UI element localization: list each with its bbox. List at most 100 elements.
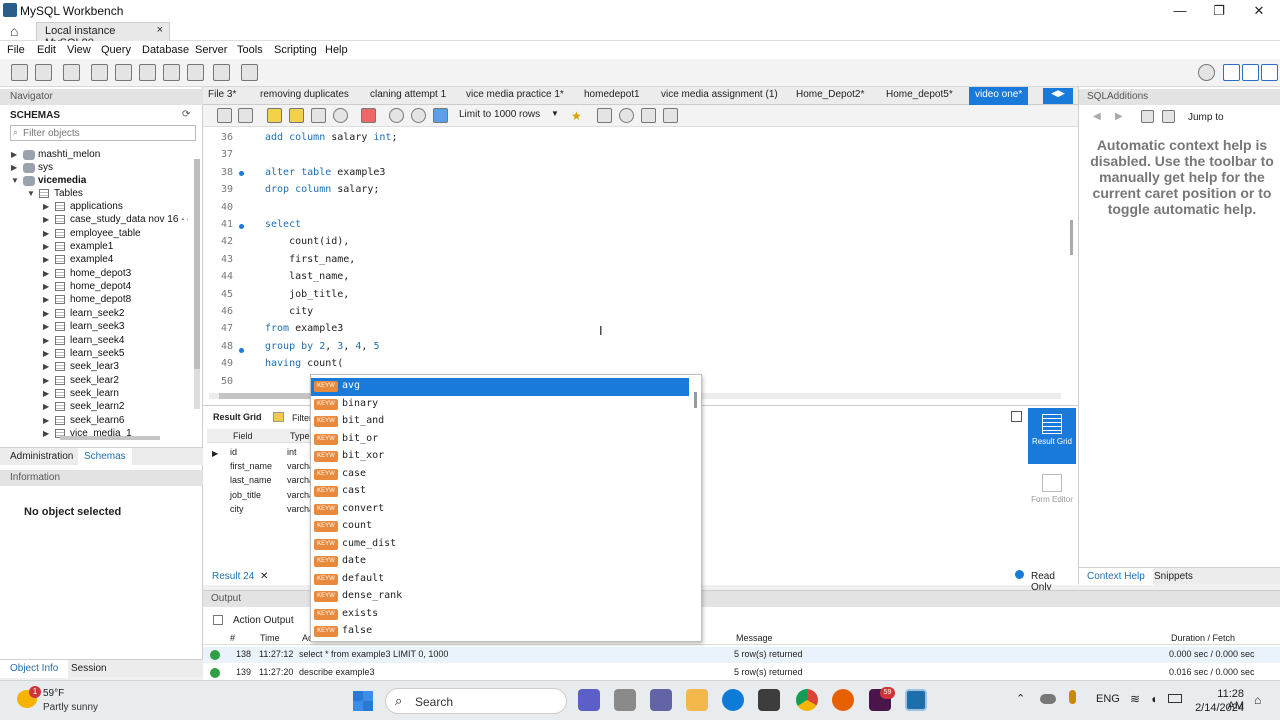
query-tab[interactable]: homedepot1	[584, 89, 640, 100]
expand-arrow-icon[interactable]: ▶	[43, 309, 49, 318]
result-24-tab[interactable]: Result 24	[212, 571, 254, 582]
query-tab-active[interactable]: video one*	[969, 87, 1029, 105]
query-tab[interactable]: removing duplicates	[260, 89, 349, 100]
stop-icon[interactable]	[333, 108, 348, 123]
schema-item[interactable]: sys	[38, 162, 53, 173]
result-cell-field[interactable]: city	[230, 504, 244, 514]
sql-editor[interactable]: Limit to 1000 rows ▼ ★ 36 add column sala…	[203, 105, 1078, 405]
open-file-icon[interactable]	[217, 108, 232, 123]
code-line[interactable]: from example3	[265, 323, 343, 334]
mysql-workbench-taskbar-icon[interactable]	[905, 689, 927, 711]
expand-arrow-icon[interactable]: ▶	[43, 229, 49, 238]
execute-current-icon[interactable]	[289, 108, 304, 123]
expand-arrow-icon[interactable]: ▶	[43, 362, 49, 371]
table-item[interactable]: applications	[70, 201, 123, 212]
create-view-icon[interactable]	[139, 64, 156, 81]
expand-arrow-icon[interactable]: ▶	[11, 163, 17, 172]
close-result-tab-icon[interactable]: ✕	[260, 571, 268, 582]
filter-objects-input[interactable]	[10, 125, 196, 141]
menu-tools[interactable]: Tools	[237, 44, 263, 56]
menu-database[interactable]: Database	[142, 44, 189, 56]
autocomplete-popup[interactable]: KEYW avg KEYW binary KEYW bit_and KEYW bit_or KE…	[310, 374, 702, 642]
output-cell-number[interactable]: 139	[236, 667, 251, 677]
output-cell-action[interactable]: describe example3	[299, 667, 375, 677]
explain-icon[interactable]	[311, 108, 326, 123]
action-output-select[interactable]: Action Output	[233, 615, 294, 626]
output-cell-message[interactable]: 5 row(s) returned	[734, 667, 803, 677]
file-explorer-icon[interactable]	[686, 689, 708, 711]
tab-snippets[interactable]: Snippets	[1154, 571, 1193, 582]
connection-tab[interactable]: Local instance MySQL80 ×	[36, 22, 170, 49]
create-procedure-icon[interactable]	[163, 64, 180, 81]
notifications-bell-icon[interactable]: ⌂	[1254, 693, 1261, 707]
expand-arrow-icon[interactable]: ▶	[43, 282, 49, 291]
rollback-icon[interactable]	[411, 108, 426, 123]
code-line[interactable]: first_name,	[265, 254, 355, 265]
autocomplete-item[interactable]: KEYW bit_and	[311, 413, 689, 431]
code-line[interactable]: group by 2, 3, 4, 5	[265, 341, 379, 352]
weather-temp[interactable]: 59°F	[43, 688, 64, 699]
query-tab[interactable]: claning attempt 1	[370, 89, 446, 100]
result-grid-tab[interactable]: Result Grid	[213, 412, 262, 422]
output-cell-number[interactable]: 138	[236, 649, 251, 659]
tab-context-help[interactable]: Context Help	[1079, 568, 1153, 585]
task-view-icon[interactable]	[614, 689, 636, 711]
expand-arrow-icon[interactable]: ▶	[43, 322, 49, 331]
output-cell-action[interactable]: select * from example3 LIMIT 0, 1000	[299, 649, 448, 659]
schema-item[interactable]: mashti_melon	[38, 149, 100, 160]
autocomplete-item[interactable]: KEYW cume_dist	[311, 536, 689, 554]
editor-scrollbar-thumb[interactable]	[1070, 220, 1073, 255]
weather-desc[interactable]: Partly sunny	[43, 702, 98, 713]
inspector-icon[interactable]	[63, 64, 80, 81]
autocomplete-item[interactable]: KEYW count	[311, 518, 689, 536]
autocomplete-item[interactable]: KEYW bit_or	[311, 431, 689, 449]
limit-rows-select[interactable]: Limit to 1000 rows ▼	[459, 109, 559, 124]
table-item[interactable]: example4	[70, 254, 113, 265]
expand-arrow-icon[interactable]: ▶	[43, 389, 49, 398]
autocommit-icon[interactable]	[433, 108, 448, 123]
expand-arrow-icon[interactable]: ▶	[43, 215, 49, 224]
maximize-button[interactable]: ❐	[1209, 3, 1229, 19]
autocomplete-item[interactable]: KEYW false	[311, 623, 689, 641]
autocomplete-item[interactable]: KEYW bit_xor	[311, 448, 689, 466]
autocomplete-item[interactable]: KEYW exists	[311, 606, 689, 624]
battery-icon[interactable]	[1168, 694, 1182, 703]
minimize-button[interactable]: —	[1170, 3, 1190, 19]
table-item[interactable]: seek_lear3	[70, 361, 119, 372]
schema-item-vicemedia[interactable]: vicemedia	[38, 175, 86, 186]
result-cell-field[interactable]: first_name	[230, 461, 272, 471]
menu-view[interactable]: View	[67, 44, 91, 56]
expand-arrow-icon[interactable]: ▶	[43, 202, 49, 211]
invisible-chars-icon[interactable]	[641, 108, 656, 123]
table-item[interactable]: seek_learn6	[70, 415, 124, 426]
copilot-icon[interactable]	[578, 689, 600, 711]
toggle-panel-icon[interactable]	[1011, 411, 1022, 422]
create-function-icon[interactable]	[187, 64, 204, 81]
edge-icon[interactable]	[722, 689, 744, 711]
column-header-message[interactable]: Message	[736, 633, 773, 643]
menu-server[interactable]: Server	[195, 44, 227, 56]
output-cell-time[interactable]: 11:27:12	[259, 649, 293, 659]
code-line[interactable]: add column salary int;	[265, 132, 397, 143]
code-line[interactable]: city	[265, 306, 313, 317]
toggle-sidebar-icon[interactable]	[1261, 64, 1278, 81]
toggle-navigator-icon[interactable]	[1223, 64, 1240, 81]
side-result-grid-button[interactable]: Result Grid	[1028, 408, 1076, 464]
autocomplete-item[interactable]: KEYW date	[311, 553, 689, 571]
show-hidden-icons-chevron-icon[interactable]: ⌃	[1016, 692, 1025, 705]
table-item[interactable]: learn_seek4	[70, 335, 124, 346]
search-table-data-icon[interactable]	[213, 64, 230, 81]
code-line[interactable]: last_name,	[265, 271, 349, 282]
collapse-arrow-icon[interactable]: ▼	[11, 176, 19, 185]
result-cell-type[interactable]: int	[287, 447, 311, 457]
tab-session[interactable]: Session	[71, 663, 107, 674]
open-sql-script-icon[interactable]	[35, 64, 52, 81]
refresh-schemas-icon[interactable]: ⟳	[182, 109, 190, 120]
expand-arrow-icon[interactable]: ▶	[43, 416, 49, 425]
clock-date[interactable]: 2/14/2024	[1194, 702, 1244, 714]
expand-arrow-icon[interactable]: ▶	[43, 336, 49, 345]
code-line[interactable]: count(id),	[265, 236, 349, 247]
table-item[interactable]: home_depot4	[70, 281, 131, 292]
expand-arrow-icon[interactable]: ▶	[43, 295, 49, 304]
create-schema-icon[interactable]	[91, 64, 108, 81]
